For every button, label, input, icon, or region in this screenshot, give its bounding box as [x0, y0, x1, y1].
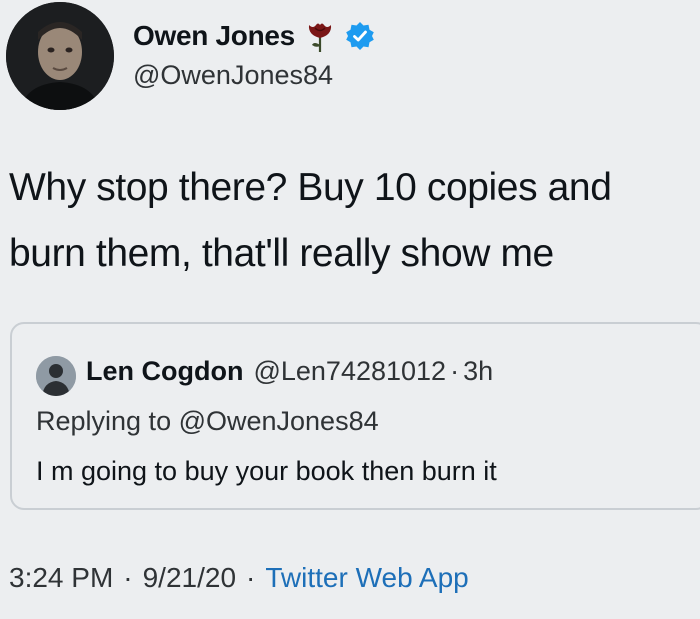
author-avatar[interactable]	[6, 2, 114, 110]
default-avatar-icon	[36, 356, 76, 396]
verified-badge-icon	[345, 21, 375, 51]
tweet-meta: 3:24 PM · 9/21/20 · Twitter Web App	[9, 562, 469, 594]
quoted-tweet-timestamp[interactable]: 3h	[463, 356, 493, 387]
rose-icon	[305, 19, 335, 53]
author-handle[interactable]: @OwenJones84	[133, 60, 333, 91]
profile-photo-icon	[6, 2, 114, 110]
tweet: Owen Jones @OwenJones84 Why stop there? …	[0, 0, 700, 619]
replying-to-label: Replying to @OwenJones84	[36, 406, 379, 436]
quoted-tweet-text: I m going to buy your book then burn it	[36, 456, 497, 486]
quoted-tweet-separator: ·	[450, 356, 460, 386]
quoted-author-name[interactable]: Len Cogdon	[86, 356, 243, 387]
quoted-author-handle[interactable]: @Len74281012	[253, 356, 446, 387]
tweet-time[interactable]: 3:24 PM	[9, 562, 113, 594]
meta-separator: ·	[123, 562, 133, 593]
tweet-date[interactable]: 9/21/20	[143, 562, 236, 594]
tweet-source-link[interactable]: Twitter Web App	[265, 562, 468, 594]
quoted-tweet-card[interactable]: Len Cogdon @Len74281012 · 3h Replying to…	[10, 322, 700, 510]
tweet-text: Why stop there? Buy 10 copies and burn t…	[9, 166, 612, 275]
quoted-tweet-header: Len Cogdon @Len74281012 · 3h	[86, 356, 493, 387]
quoted-author-avatar[interactable]	[36, 356, 76, 396]
author-display-name[interactable]: Owen Jones	[133, 20, 295, 52]
author-name-row: Owen Jones	[133, 18, 375, 54]
meta-separator-2: ·	[246, 562, 256, 593]
